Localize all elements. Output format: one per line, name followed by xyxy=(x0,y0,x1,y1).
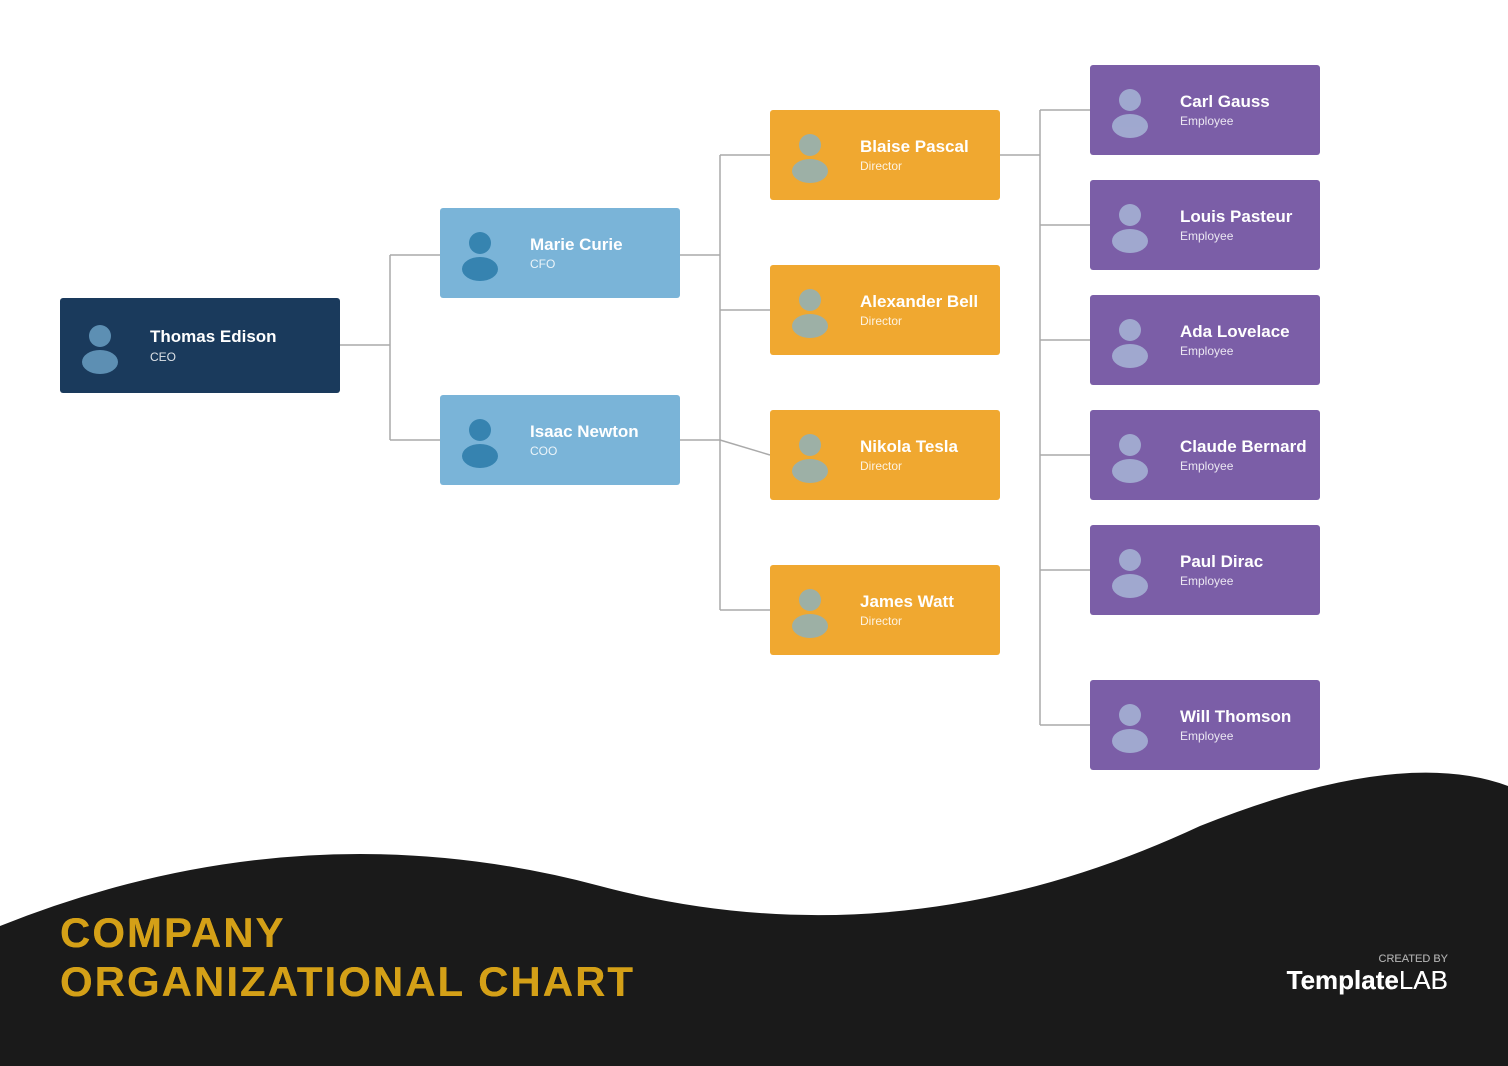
dir4-name: James Watt xyxy=(860,592,990,612)
emp5-avatar xyxy=(1090,525,1170,615)
ceo-role: CEO xyxy=(150,350,330,364)
emp6-name: Will Thomson xyxy=(1180,707,1310,727)
brand-lab: LAB xyxy=(1399,965,1448,995)
chart-area: Thomas Edison CEO Marie Curie CFO Isaac … xyxy=(0,40,1508,800)
ceo-avatar xyxy=(60,298,140,393)
dir4-avatar xyxy=(770,565,850,655)
emp3-info: Ada Lovelace Employee xyxy=(1170,318,1320,362)
node-dir4: James Watt Director xyxy=(770,565,1000,655)
emp2-info: Louis Pasteur Employee xyxy=(1170,203,1320,247)
coo-name: Isaac Newton xyxy=(530,422,670,442)
dir1-role: Director xyxy=(860,159,990,173)
dir4-role: Director xyxy=(860,614,990,628)
dir3-name: Nikola Tesla xyxy=(860,437,990,457)
dir2-avatar xyxy=(770,265,850,355)
node-emp2: Louis Pasteur Employee xyxy=(1090,180,1320,270)
node-emp5: Paul Dirac Employee xyxy=(1090,525,1320,615)
coo-info: Isaac Newton COO xyxy=(520,418,680,462)
emp3-avatar xyxy=(1090,295,1170,385)
emp4-avatar xyxy=(1090,410,1170,500)
emp4-role: Employee xyxy=(1180,459,1310,473)
chart-title-block: COMPANY ORGANIZATIONAL CHART xyxy=(60,909,635,1006)
brand: TemplateLAB xyxy=(1287,965,1448,996)
title-line2: ORGANIZATIONAL CHART xyxy=(60,958,635,1006)
emp1-avatar xyxy=(1090,65,1170,155)
emp5-name: Paul Dirac xyxy=(1180,552,1310,572)
dir2-name: Alexander Bell xyxy=(860,292,990,312)
cfo-name: Marie Curie xyxy=(530,235,670,255)
emp5-info: Paul Dirac Employee xyxy=(1170,548,1320,592)
emp1-name: Carl Gauss xyxy=(1180,92,1310,112)
created-by: CREATED BY xyxy=(1287,953,1448,965)
dir3-avatar xyxy=(770,410,850,500)
dir4-info: James Watt Director xyxy=(850,588,1000,632)
title-line1: COMPANY xyxy=(60,909,635,957)
emp3-role: Employee xyxy=(1180,344,1310,358)
emp1-role: Employee xyxy=(1180,114,1310,128)
node-cfo: Marie Curie CFO xyxy=(440,208,680,298)
ceo-name: Thomas Edison xyxy=(150,327,330,347)
dir1-name: Blaise Pascal xyxy=(860,137,990,157)
dir3-role: Director xyxy=(860,459,990,473)
cfo-role: CFO xyxy=(530,257,670,271)
coo-role: COO xyxy=(530,444,670,458)
dir2-info: Alexander Bell Director xyxy=(850,288,1000,332)
brand-template: Template xyxy=(1287,965,1399,995)
dir2-role: Director xyxy=(860,314,990,328)
node-dir2: Alexander Bell Director xyxy=(770,265,1000,355)
node-emp4: Claude Bernard Employee xyxy=(1090,410,1320,500)
emp4-name: Claude Bernard xyxy=(1180,437,1310,457)
ceo-info: Thomas Edison CEO xyxy=(140,323,340,367)
coo-avatar xyxy=(440,395,520,485)
emp2-role: Employee xyxy=(1180,229,1310,243)
cfo-info: Marie Curie CFO xyxy=(520,231,680,275)
node-coo: Isaac Newton COO xyxy=(440,395,680,485)
emp3-name: Ada Lovelace xyxy=(1180,322,1310,342)
node-emp3: Ada Lovelace Employee xyxy=(1090,295,1320,385)
node-emp1: Carl Gauss Employee xyxy=(1090,65,1320,155)
dir3-info: Nikola Tesla Director xyxy=(850,433,1000,477)
emp6-avatar xyxy=(1090,680,1170,770)
dir1-avatar xyxy=(770,110,850,200)
emp1-info: Carl Gauss Employee xyxy=(1170,88,1320,132)
node-dir3: Nikola Tesla Director xyxy=(770,410,1000,500)
cfo-avatar xyxy=(440,208,520,298)
emp4-info: Claude Bernard Employee xyxy=(1170,433,1320,477)
dir1-info: Blaise Pascal Director xyxy=(850,133,1000,177)
node-ceo: Thomas Edison CEO xyxy=(60,298,340,393)
node-dir1: Blaise Pascal Director xyxy=(770,110,1000,200)
emp6-info: Will Thomson Employee xyxy=(1170,703,1320,747)
templatelab-block: CREATED BY TemplateLAB xyxy=(1287,953,1448,996)
emp2-avatar xyxy=(1090,180,1170,270)
emp2-name: Louis Pasteur xyxy=(1180,207,1310,227)
node-emp6: Will Thomson Employee xyxy=(1090,680,1320,770)
emp5-role: Employee xyxy=(1180,574,1310,588)
emp6-role: Employee xyxy=(1180,729,1310,743)
